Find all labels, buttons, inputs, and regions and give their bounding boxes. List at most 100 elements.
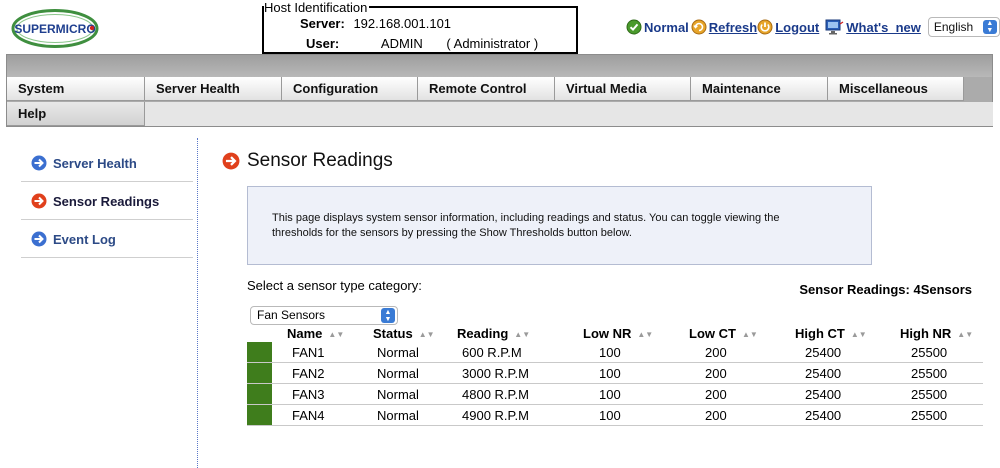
cell-reading: 600 R.P.M [462, 345, 522, 360]
cell-low-nr: 100 [599, 387, 621, 402]
cell-reading: 4900 R.P.M [462, 408, 529, 423]
column-header-high-nr[interactable]: High NR ▲▼ [900, 326, 973, 341]
menu-miscellaneous[interactable]: Miscellaneous [828, 77, 964, 101]
arrow-right-circle-icon [31, 231, 47, 247]
cell-reading: 3000 R.P.M [462, 366, 529, 381]
select-arrows-icon: ▲ ▼ [381, 308, 395, 323]
menu-maintenance[interactable]: Maintenance [691, 77, 828, 101]
sidebar-item-label: Server Health [53, 155, 137, 171]
cell-status: Normal [377, 408, 419, 423]
table-row[interactable]: FAN2 Normal 3000 R.P.M 100 200 25400 255… [247, 363, 983, 384]
status-color-cell [247, 405, 272, 425]
host-identification: Host Identification Server: 192.168.001.… [262, 1, 578, 54]
check-circle-icon [626, 19, 642, 35]
cell-high-nr: 25500 [911, 345, 948, 360]
info-box: This page displays system sensor informa… [247, 186, 872, 265]
user-label: User: [306, 36, 340, 51]
cell-name: FAN3 [292, 387, 325, 402]
cell-status: Normal [377, 366, 419, 381]
whats-new-link[interactable]: What's_new [824, 19, 921, 35]
cell-low-nr: 100 [599, 366, 621, 381]
server-label: Server: [300, 16, 345, 31]
page-title: Sensor Readings [222, 150, 393, 172]
sensor-type-value: Fan Sensors [257, 308, 326, 322]
menu-remote-control[interactable]: Remote Control [418, 77, 555, 101]
cell-low-nr: 100 [599, 408, 621, 423]
logout-link[interactable]: Logout [757, 19, 819, 35]
host-identification-legend: Host Identification [264, 0, 370, 15]
sidebar-item-server-health[interactable]: Server Health [21, 145, 193, 182]
sidebar-item-label: Event Log [53, 231, 116, 247]
logo-text: SUPERMICRO [14, 22, 95, 36]
column-header-name[interactable]: Name ▲▼ [287, 326, 344, 341]
menu-system[interactable]: System [7, 77, 145, 101]
cell-low-ct: 200 [705, 408, 727, 423]
table-row[interactable]: FAN4 Normal 4900 R.P.M 100 200 25400 255… [247, 405, 983, 426]
monitor-icon [824, 19, 844, 35]
logout-label: Logout [775, 19, 820, 35]
table-row[interactable]: FAN3 Normal 4800 R.P.M 100 200 25400 255… [247, 384, 983, 405]
column-header-high-ct[interactable]: High CT ▲▼ [795, 326, 867, 341]
sort-icon: ▲▼ [514, 330, 531, 339]
cell-low-ct: 200 [705, 345, 727, 360]
cell-high-nr: 25500 [911, 366, 948, 381]
user-role: ( Administrator ) [446, 36, 539, 51]
cell-name: FAN4 [292, 408, 325, 423]
refresh-icon [691, 19, 707, 35]
menu-help[interactable]: Help [7, 102, 145, 126]
language-value: English [933, 20, 974, 34]
status-indicator: Normal [626, 19, 689, 35]
status-color-cell [247, 384, 272, 404]
server-value: 192.168.001.101 [353, 16, 452, 31]
cell-reading: 4800 R.P.M [462, 387, 529, 402]
refresh-link[interactable]: Refresh [691, 19, 757, 35]
supermicro-logo: SUPERMICRO [10, 6, 100, 51]
cell-high-ct: 25400 [805, 345, 842, 360]
language-select[interactable]: English ▲ ▼ [927, 17, 1000, 37]
menu-virtual-media[interactable]: Virtual Media [555, 77, 691, 101]
cell-high-ct: 25400 [805, 366, 842, 381]
sort-icon: ▲▼ [957, 330, 974, 339]
cell-status: Normal [377, 345, 419, 360]
column-header-low-ct[interactable]: Low CT ▲▼ [689, 326, 758, 341]
sidebar-item-label: Sensor Readings [53, 193, 160, 209]
sensor-count: Sensor Readings: 4Sensors [799, 282, 972, 297]
page-title-text: Sensor Readings [247, 150, 393, 171]
menu-server-health[interactable]: Server Health [145, 77, 282, 101]
top-controls: Normal Refresh Logout What's_new English… [626, 16, 1000, 38]
cell-low-nr: 100 [599, 345, 621, 360]
cell-status: Normal [377, 387, 419, 402]
table-row[interactable]: FAN1 Normal 600 R.P.M 100 200 25400 2550… [247, 342, 983, 363]
column-header-low-nr[interactable]: Low NR ▲▼ [583, 326, 653, 341]
select-arrows-icon: ▲ ▼ [982, 20, 997, 34]
arrow-right-circle-icon [31, 193, 47, 209]
sort-icon: ▲▼ [741, 330, 758, 339]
sidebar-item-sensor-readings[interactable]: Sensor Readings [21, 183, 193, 220]
user-value: ADMIN [380, 36, 423, 51]
sidebar-item-event-log[interactable]: Event Log [21, 221, 193, 258]
cell-high-ct: 25400 [805, 387, 842, 402]
status-label: Normal [644, 19, 689, 35]
cell-high-ct: 25400 [805, 408, 842, 423]
logout-icon [757, 19, 773, 35]
sensor-type-select[interactable]: Fan Sensors ▲ ▼ [250, 306, 398, 325]
menu-configuration[interactable]: Configuration [282, 77, 418, 101]
sensor-table: Name ▲▼ Status ▲▼ Reading ▲▼ Low NR ▲▼ Low C… [247, 324, 983, 426]
sort-icon: ▲▼ [328, 330, 345, 339]
info-text-line1: This page displays system sensor informa… [272, 212, 780, 224]
column-header-status[interactable]: Status ▲▼ [373, 326, 435, 341]
column-header-reading[interactable]: Reading ▲▼ [457, 326, 530, 341]
status-color-cell [247, 363, 272, 383]
arrow-right-circle-icon [31, 155, 47, 171]
sort-icon: ▲▼ [418, 330, 435, 339]
table-header: Name ▲▼ Status ▲▼ Reading ▲▼ Low NR ▲▼ Low C… [247, 324, 983, 342]
cell-name: FAN1 [292, 345, 325, 360]
sensor-type-label: Select a sensor type category: [247, 278, 422, 293]
cell-name: FAN2 [292, 366, 325, 381]
whats-new-label: What's_new [846, 19, 921, 35]
main-menu: System Server Health Configuration Remot… [6, 54, 993, 127]
sidebar-divider [197, 138, 198, 468]
cell-high-nr: 25500 [911, 408, 948, 423]
arrow-right-circle-icon [222, 152, 240, 170]
sort-icon: ▲▼ [850, 330, 867, 339]
